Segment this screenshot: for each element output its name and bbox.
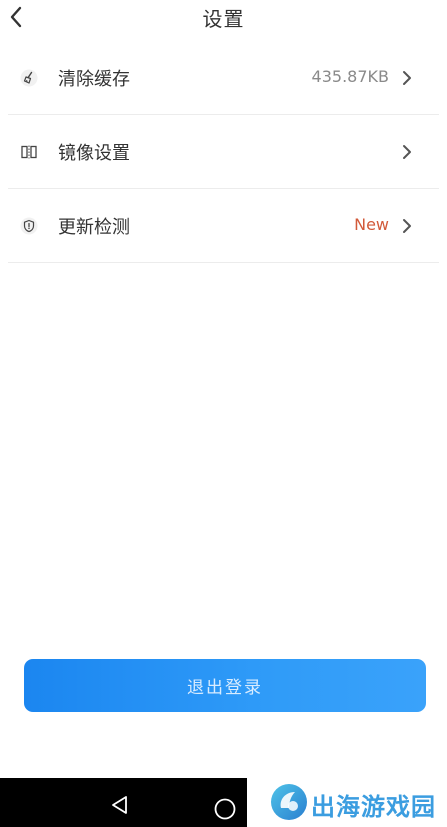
page-title: 设置: [202, 7, 245, 31]
new-badge: New: [354, 215, 389, 234]
mirror-settings-label: 镜像设置: [58, 143, 130, 164]
nav-back-icon[interactable]: [110, 795, 130, 815]
nav-home-icon[interactable]: [214, 798, 236, 820]
update-check-row[interactable]: 更新检测 New: [8, 189, 439, 263]
logout-button[interactable]: 退出登录: [24, 659, 426, 712]
watermark-text: 出海游戏园: [311, 793, 436, 821]
settings-list: 清除缓存 435.87KB 镜像设置 更新检测 New: [0, 41, 447, 263]
chevron-right-icon: [403, 71, 411, 85]
clear-cache-row[interactable]: 清除缓存 435.87KB: [8, 41, 439, 115]
settings-screen: 设置 清除缓存 435.87KB 镜像设置 更新检测 New 退出登录 出海游戏…: [0, 0, 447, 827]
clear-cache-label: 清除缓存: [58, 69, 130, 90]
mirror-settings-row[interactable]: 镜像设置: [8, 115, 439, 189]
header: 设置: [0, 0, 447, 40]
watermark-logo-icon: [271, 784, 307, 820]
update-check-label: 更新检测: [58, 217, 130, 238]
watermark: 出海游戏园: [247, 778, 447, 827]
broom-icon: [20, 69, 38, 87]
cache-size-value: 435.87KB: [311, 67, 389, 86]
system-nav-bar: [0, 778, 247, 827]
mirror-icon: [20, 143, 38, 161]
shield-icon: [20, 217, 38, 235]
chevron-right-icon: [403, 145, 411, 159]
chevron-right-icon: [403, 219, 411, 233]
